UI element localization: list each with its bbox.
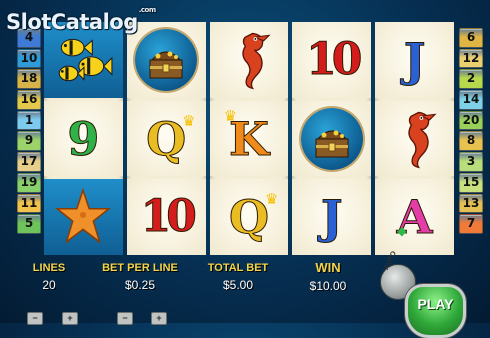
lines-value: 20 [42,278,56,292]
total-bet-value: $5.00 [222,278,254,292]
payline-right-badge: 8 [459,131,483,152]
card-symbol-10: 10 [292,22,372,98]
bet-per-line-label: BET PER LINE [102,262,178,274]
lines-label: LINES [32,262,66,274]
diamond-icon: ◆ [397,224,407,239]
crown-icon: ♛ [264,191,279,209]
reel-2: Q ♛ 10 [126,22,206,256]
card-rank-text: 9 [67,111,100,166]
slotcatalog-watermark: SlotCatalog.com [6,6,156,34]
payline-right-badge: 15 [459,172,483,193]
payline-right-badge: 7 [459,214,483,234]
bet-decrease-button[interactable]: − [117,312,133,325]
bet-increase-button[interactable]: + [151,312,167,325]
bet-per-line-panel: BET PER LINE $0.25 [95,262,185,292]
win-label: WIN [315,260,341,275]
payline-right-badge: 6 [459,28,483,48]
starfish-symbol [44,179,123,256]
total-bet-label: TOTAL BET [207,262,269,274]
crown-icon: ♛ [182,112,196,130]
treasure-chest-symbol [292,100,372,177]
card-rank-text: J [320,190,343,245]
card-rank-text: 10 [306,33,363,85]
payline-left-badge: 5 [17,214,41,234]
lines-increase-button[interactable]: + [62,312,78,325]
card-symbol-q: Q ♛ [126,100,206,177]
payline-right-badge: 20 [459,110,483,131]
card-symbol-9: 9 [44,100,123,177]
payline-left-badge: 17 [17,152,41,172]
payline-left-badge: 16 [17,90,41,110]
card-rank-text: Q [228,190,270,245]
crown-icon: ♛ [223,107,238,125]
payline-right-badge: 12 [459,48,483,69]
lines-panel: LINES 20 [14,262,84,292]
reel-4: 10 J [292,22,372,256]
payline-left-badge: 1 [17,110,41,131]
payline-left-badge: 10 [17,48,41,69]
reel-5: J A ◆ [375,22,454,256]
payline-left-badge: 18 [17,69,41,90]
reel-3: K ♛ Q ♛ [209,22,289,256]
right-payline-indicators: 6 12 2 14 20 8 3 15 13 7 [459,28,483,234]
lines-decrease-button[interactable]: − [27,312,43,325]
payline-right-badge: 14 [459,90,483,110]
payline-left-badge: 11 [17,193,41,214]
payline-right-badge: 13 [459,193,483,214]
card-symbol-q: Q ♛ [209,179,289,256]
seahorse-symbol [375,100,454,177]
payline-left-badge: 9 [17,131,41,152]
left-payline-indicators: 4 10 18 16 1 9 17 19 11 5 [17,28,41,234]
card-symbol-j: J [292,179,372,256]
bet-per-line-value: $0.25 [124,278,156,292]
win-value: $10.00 [309,279,347,293]
play-label: PLAY [417,296,454,312]
win-panel: WIN $10.00 [292,260,364,293]
card-symbol-10: 10 [126,179,206,256]
seahorse-symbol [209,22,289,98]
card-symbol-k: K ♛ [209,100,289,177]
card-symbol-a: A ◆ [375,179,454,256]
payline-left-badge: 19 [17,172,41,193]
reel-grid: 9 Q ♛ 10 K ♛ Q ♛ 10 J J A ◆ [44,22,454,256]
card-rank-text: 10 [140,191,197,243]
payline-right-badge: 2 [459,69,483,90]
play-button[interactable]: PLAY [405,284,466,338]
card-rank-text: J [403,32,426,87]
card-rank-text: Q [146,111,187,166]
total-bet-panel: TOTAL BET $5.00 [199,262,277,292]
card-symbol-j: J [375,22,454,98]
payline-right-badge: 3 [459,152,483,172]
reel-1: 9 [44,22,123,256]
